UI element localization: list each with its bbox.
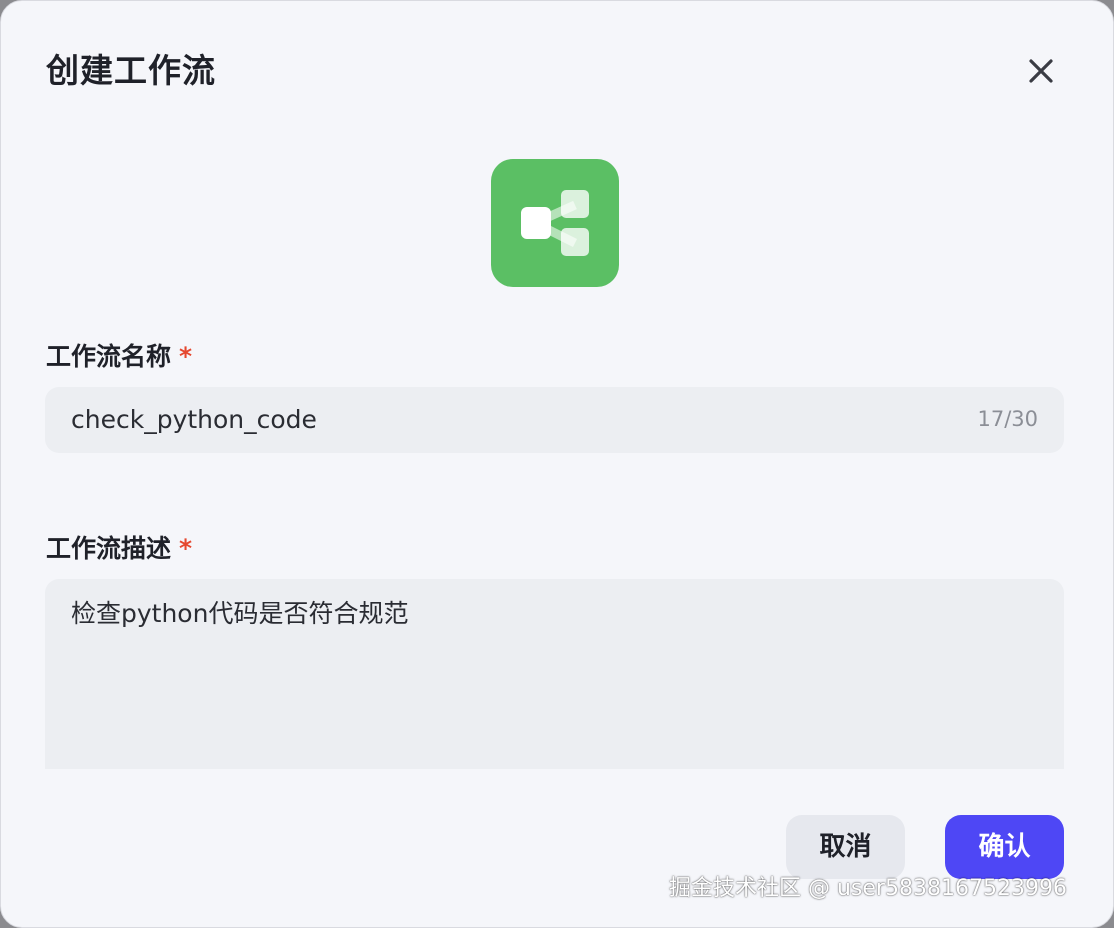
workflow-name-label: 工作流名称 * xyxy=(46,341,192,373)
close-icon xyxy=(1029,59,1053,83)
required-asterisk: * xyxy=(179,342,193,371)
required-asterisk: * xyxy=(179,534,193,563)
workflow-desc-label: 工作流描述 * xyxy=(46,533,192,565)
workflow-desc-label-text: 工作流描述 xyxy=(46,534,172,563)
workflow-desc-value[interactable]: 检查python代码是否符合规范 xyxy=(71,597,408,631)
char-counter: 17/30 xyxy=(977,407,1038,431)
workflow-icon-picker[interactable] xyxy=(491,159,619,287)
workflow-name-input[interactable]: check_python_code 17/30 xyxy=(45,387,1064,453)
workflow-desc-textarea[interactable]: 检查python代码是否符合规范 xyxy=(45,579,1064,769)
create-workflow-dialog: 创建工作流 工作流名称 * check_python_code 17/30 工作流… xyxy=(0,0,1114,928)
close-button[interactable] xyxy=(1021,53,1061,93)
confirm-button[interactable]: 确认 xyxy=(945,815,1064,879)
workflow-name-label-text: 工作流名称 xyxy=(46,342,172,371)
workflow-name-value[interactable]: check_python_code xyxy=(71,404,317,436)
dialog-title: 创建工作流 xyxy=(46,51,216,90)
cancel-button[interactable]: 取消 xyxy=(786,815,905,879)
watermark: 掘金技术社区 @ user5838167523996 xyxy=(669,876,1067,901)
workflow-tree-icon xyxy=(521,190,589,256)
